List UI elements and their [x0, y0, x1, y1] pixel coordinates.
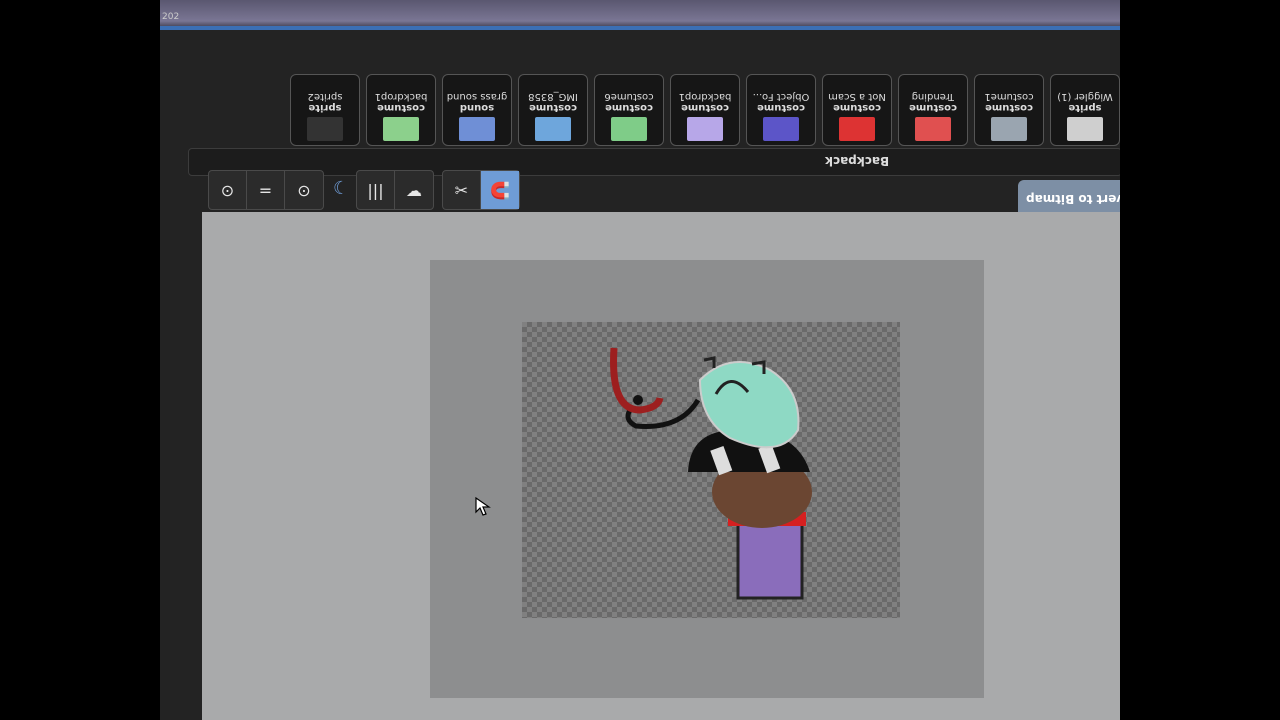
backpack-item-name: backdrop1	[678, 91, 732, 102]
backpack-item-type: sprite	[308, 102, 342, 113]
backpack-thumbnail	[307, 117, 343, 141]
backpack-thumbnail	[839, 117, 875, 141]
zoom-in-button[interactable]: ⊙	[209, 171, 247, 209]
backpack-thumbnail	[915, 117, 951, 141]
backpack-item-name: IMG_8358	[528, 91, 578, 102]
backpack-thumbnail	[763, 117, 799, 141]
backpack-item-name: Trending	[911, 91, 955, 102]
window-titlebar: 202	[160, 0, 1120, 31]
select-group: ✂ 🧲	[442, 170, 520, 210]
backpack-item[interactable]: costume costume1	[974, 74, 1044, 146]
backpack-item[interactable]: sprite sprite2	[290, 74, 360, 146]
backpack-item-name: Wiggler (1)	[1057, 91, 1113, 102]
zoom-out-button[interactable]: ⊙	[285, 171, 323, 209]
backpack-thumbnail	[535, 117, 571, 141]
backpack-list: sprite Wiggler (1) costume costume1 costume T…	[190, 62, 1120, 146]
paint-canvas[interactable]	[430, 260, 984, 698]
backpack-item-type: costume	[529, 102, 577, 113]
backpack-item-name: costume6	[604, 91, 654, 102]
backpack-item-name: backdrop1	[374, 91, 428, 102]
backpack-item[interactable]: costume Trending	[898, 74, 968, 146]
antenna-left	[703, 356, 716, 368]
moon-icon: ☾	[333, 178, 350, 199]
backpack-item-type: sprite	[1068, 102, 1102, 113]
hand-dot	[633, 395, 643, 405]
backpack-item-type: costume	[605, 102, 653, 113]
backpack-item-type: costume	[681, 102, 729, 113]
body-rect	[736, 520, 804, 600]
backpack-item-name: sprite2	[307, 91, 343, 102]
backpack-item-name: Not a Scam	[828, 91, 886, 102]
backpack-item-type: costume	[985, 102, 1033, 113]
backpack-item-type: costume	[757, 102, 805, 113]
backpack-item[interactable]: sprite Wiggler (1)	[1050, 74, 1120, 146]
reshape-tool-button[interactable]: ✂	[443, 171, 481, 209]
backpack-thumbnail	[687, 117, 723, 141]
backpack-thumbnail	[611, 117, 647, 141]
backpack-thumbnail	[459, 117, 495, 141]
costume-artwork	[610, 347, 812, 600]
zoom-reset-button[interactable]: =	[247, 171, 285, 209]
backpack-label: Backpack	[825, 154, 890, 168]
backpack-item-name: grass sound	[446, 91, 508, 102]
backpack-item-type: costume	[909, 102, 957, 113]
canvas-area[interactable]	[202, 212, 1120, 720]
backpack-item-type: costume	[833, 102, 881, 113]
backpack-item[interactable]: costume IMG_8358	[518, 74, 588, 146]
magnet-tool-button[interactable]: 🧲	[481, 171, 519, 209]
backpack-item[interactable]: sound grass sound	[442, 74, 512, 146]
backpack-item-name: costume1	[984, 91, 1034, 102]
backpack-item[interactable]: costume backdrop1	[670, 74, 740, 146]
editor-panel: sprite Wiggler (1) costume costume1 costume T…	[160, 30, 1120, 720]
backpack-item-name: Object Fo...	[752, 91, 810, 102]
backpack-thumbnail	[383, 117, 419, 141]
paint-toolbar: ⊙ = ⊙ ☾ ||| ☁ ✂ 🧲	[208, 170, 1120, 214]
effect-group: ||| ☁	[356, 170, 434, 210]
corner-text: 202	[162, 12, 180, 22]
backpack-item-type: sound	[459, 102, 495, 113]
flip-horizontal-button[interactable]: |||	[357, 171, 395, 209]
backpack-item[interactable]: costume costume6	[594, 74, 664, 146]
backpack-item[interactable]: costume backdrop1	[366, 74, 436, 146]
backpack-thumbnail	[991, 117, 1027, 141]
flip-vertical-button[interactable]: ☁	[395, 171, 433, 209]
backpack-thumbnail	[1067, 117, 1103, 141]
backpack-item[interactable]: costume Object Fo...	[746, 74, 816, 146]
screen: 202 sprite Wiggler (1) costume costume1 cost…	[160, 0, 1120, 720]
zoom-group: ⊙ = ⊙	[208, 170, 324, 210]
backpack-item-type: costume	[377, 102, 425, 113]
backpack-item[interactable]: costume Not a Scam	[822, 74, 892, 146]
mouse-cursor-icon	[475, 496, 491, 516]
